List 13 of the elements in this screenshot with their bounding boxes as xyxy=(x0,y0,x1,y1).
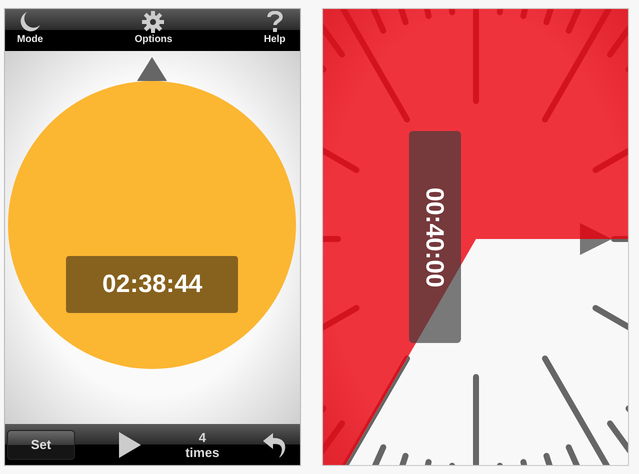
settings-icon xyxy=(142,11,164,33)
pointer-triangle-icon xyxy=(137,57,168,81)
repeat-count: 4 xyxy=(198,430,206,444)
play-button[interactable] xyxy=(119,432,142,458)
toolbar-button[interactable]: Help xyxy=(264,9,286,51)
crescent-moon-icon xyxy=(19,11,42,33)
toolbar-button[interactable]: Options xyxy=(134,9,172,51)
set-button[interactable]: Set xyxy=(7,430,75,460)
toolbar-button[interactable]: Mode xyxy=(17,9,44,51)
repeat-unit: times xyxy=(185,444,220,460)
help-icon xyxy=(266,11,283,33)
time-text: 00:40:00 xyxy=(420,186,450,288)
time-display: 02:38:44 xyxy=(66,256,238,313)
